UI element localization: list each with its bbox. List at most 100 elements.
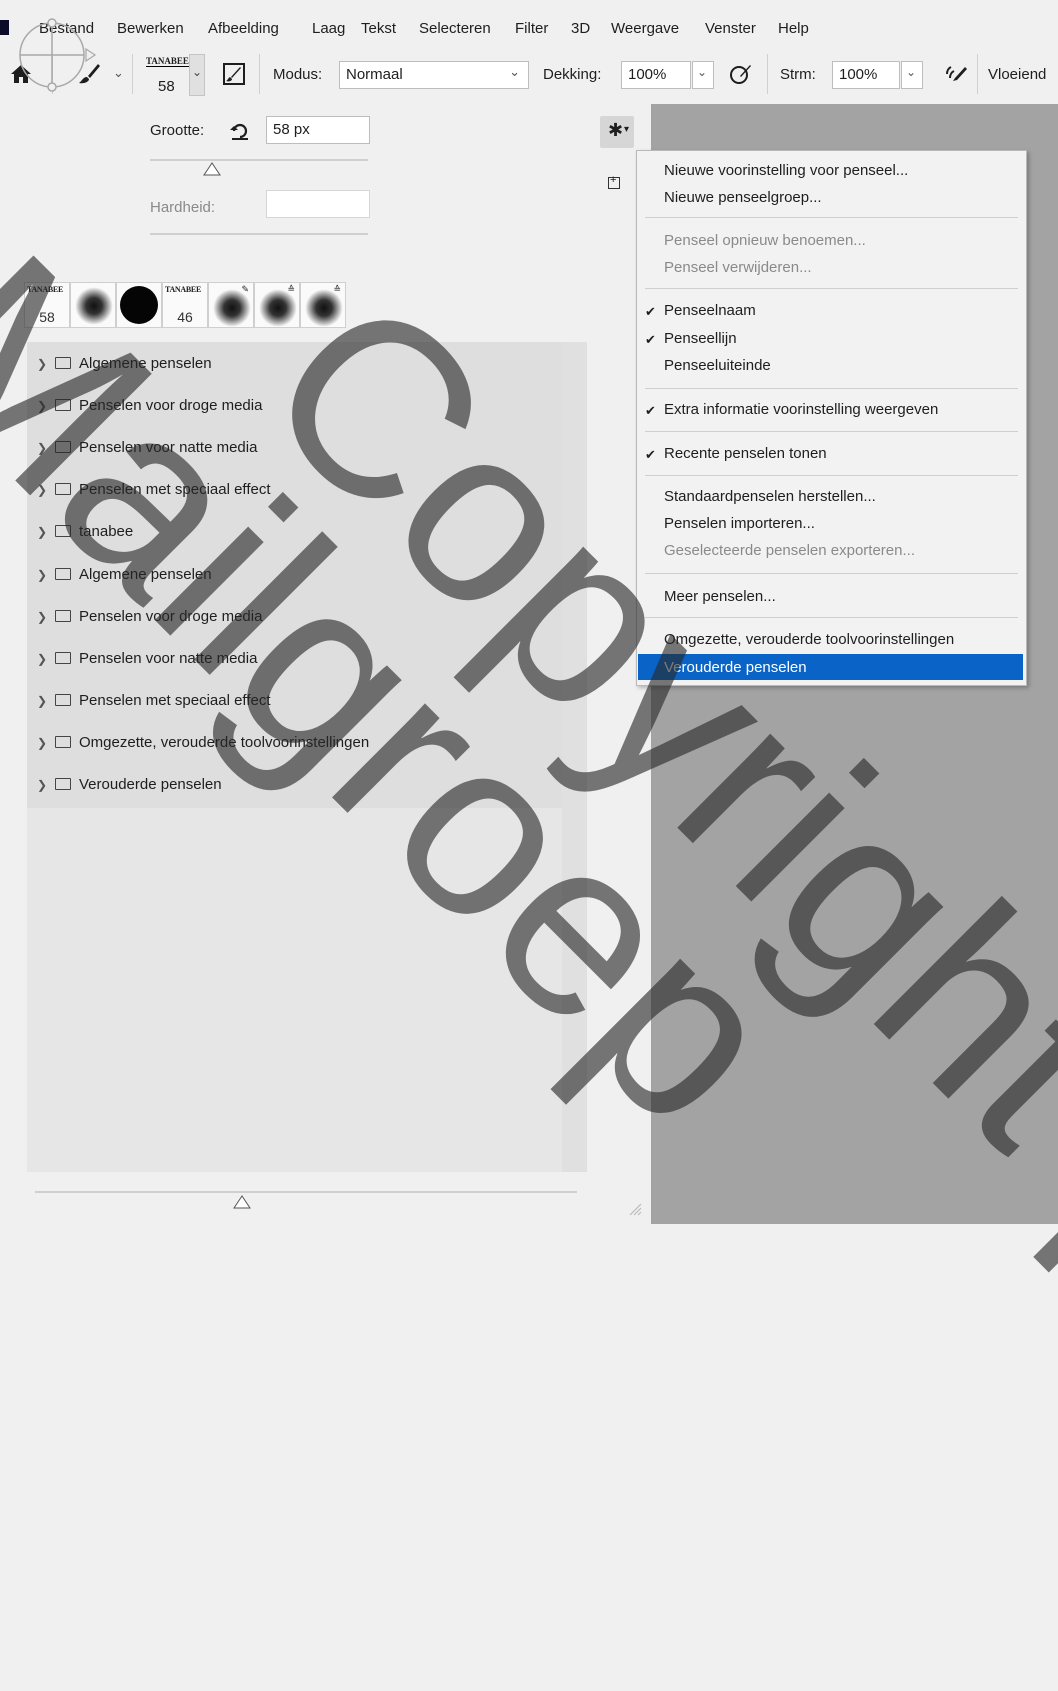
brush-group-row[interactable]: ❯ Penselen voor natte media xyxy=(37,650,257,672)
folder-icon xyxy=(55,525,71,537)
folder-icon xyxy=(55,441,71,453)
size-label: Grootte: xyxy=(150,122,205,139)
chevron-down-icon[interactable]: ⌄ xyxy=(113,65,124,81)
menu-divider xyxy=(645,388,1018,389)
folder-icon xyxy=(55,778,71,790)
brush-group-row[interactable]: ❯ Omgezette, verouderde toolvoorinstellin… xyxy=(37,734,369,756)
menu-item-restore-default[interactable]: Standaardpenselen herstellen... xyxy=(664,488,876,505)
menu-3d[interactable]: 3D xyxy=(571,20,590,37)
recent-brush-5[interactable]: ✎ xyxy=(208,282,254,328)
scrollbar-track[interactable] xyxy=(562,342,587,1172)
menu-divider xyxy=(645,288,1018,289)
menu-bar: Bestand Bewerken Afbeelding Laag Tekst S… xyxy=(0,0,1058,47)
opacity-dropdown[interactable]: ⌄ xyxy=(692,61,714,89)
folder-icon xyxy=(55,357,71,369)
brush-preset-picker[interactable]: TANABEE 58 xyxy=(140,54,189,100)
brush-group-row[interactable]: ❯ Penselen met speciaal effect xyxy=(37,692,271,714)
folder-icon xyxy=(55,652,71,664)
airbrush-icon[interactable] xyxy=(943,64,969,84)
flow-dropdown[interactable]: ⌄ xyxy=(901,61,923,89)
menu-item-extra-info[interactable]: Extra informatie voorinstelling weergeve… xyxy=(664,401,938,418)
size-slider-thumb[interactable] xyxy=(203,162,221,176)
brush-group-label: Penselen voor natte media xyxy=(79,439,258,456)
menu-item-converted-legacy-tool-presets[interactable]: Omgezette, verouderde toolvoorinstelling… xyxy=(664,631,954,648)
flow-field[interactable]: 100% xyxy=(832,61,900,89)
recent-brush-3[interactable] xyxy=(116,282,162,328)
size-slider[interactable] xyxy=(150,159,368,161)
reset-icon[interactable] xyxy=(230,122,250,140)
menu-item-show-recent[interactable]: Recente penselen tonen xyxy=(664,445,827,462)
brush-group-row[interactable]: ❯ Verouderde penselen xyxy=(37,776,222,798)
chevron-right-icon: ❯ xyxy=(37,568,48,582)
menu-afbeelding[interactable]: Afbeelding xyxy=(208,20,279,37)
plus-icon[interactable]: + xyxy=(608,174,620,189)
chevron-down-icon: ⌄ xyxy=(509,64,520,79)
brush-group-row[interactable]: ❯ Algemene penselen xyxy=(37,566,212,588)
panel-menu-button[interactable]: ✱ ▾ xyxy=(600,116,634,148)
menu-tekst[interactable]: Tekst xyxy=(361,20,396,37)
opacity-field[interactable]: 100% xyxy=(621,61,691,89)
recent-brush-6[interactable]: ≙ xyxy=(254,282,300,328)
opacity-value: 100% xyxy=(628,66,667,83)
brush-preset-dropdown[interactable]: ⌄ xyxy=(189,54,205,96)
brush-group-row[interactable]: ❯ Penselen voor droge media xyxy=(37,397,262,419)
menu-laag[interactable]: Laag xyxy=(312,20,345,37)
gear-icon: ✱ xyxy=(608,120,624,140)
menu-venster[interactable]: Venster xyxy=(705,20,756,37)
checkmark-icon: ✔ xyxy=(645,403,656,418)
menu-bewerken[interactable]: Bewerken xyxy=(117,20,184,37)
chevron-down-icon: ⌄ xyxy=(697,65,708,79)
menu-item-import-brushes[interactable]: Penselen importeren... xyxy=(664,515,815,532)
recent-brush-7[interactable]: ≙ xyxy=(300,282,346,328)
pressure-icon[interactable] xyxy=(729,63,753,85)
hardness-label: Hardheid: xyxy=(150,199,216,216)
chevron-right-icon: ❯ xyxy=(37,399,48,413)
brush-group-row[interactable]: ❯ Penselen voor droge media xyxy=(37,608,262,630)
chevron-right-icon: ❯ xyxy=(37,652,48,666)
mode-label: Modus: xyxy=(273,66,323,83)
chevron-right-icon: ❯ xyxy=(37,483,48,497)
thumbnail-size-slider[interactable] xyxy=(35,1191,577,1193)
recent-brush-2[interactable] xyxy=(70,282,116,328)
menu-item-delete-brush: Penseel verwijderen... xyxy=(664,259,812,276)
recent-brush-1[interactable]: TANABEE 58 xyxy=(24,282,70,328)
menu-item-brush-tip[interactable]: Penseeluiteinde xyxy=(664,357,771,374)
resize-grip-icon[interactable] xyxy=(626,1200,642,1216)
brush-group-row[interactable]: ❯ Penselen voor natte media xyxy=(37,439,257,461)
chevron-right-icon: ❯ xyxy=(37,694,48,708)
folder-icon xyxy=(55,483,71,495)
thumbnail-size-slider-thumb[interactable] xyxy=(233,1195,251,1209)
mode-select[interactable]: Normaal ⌄ xyxy=(339,61,529,89)
brush-group-label: tanabee xyxy=(79,523,134,540)
menu-weergave[interactable]: Weergave xyxy=(611,20,679,37)
chevron-right-icon: ❯ xyxy=(37,441,48,455)
flow-value: 100% xyxy=(839,66,878,83)
menu-item-new-brush-group[interactable]: Nieuwe penseelgroep... xyxy=(664,189,822,206)
brush-group-label: Penselen voor droge media xyxy=(79,608,263,625)
menu-item-new-brush-preset[interactable]: Nieuwe voorinstelling voor penseel... xyxy=(664,162,908,179)
hardness-slider xyxy=(150,233,368,235)
menu-item-legacy-brushes[interactable]: Verouderde penselen xyxy=(664,659,807,676)
flow-label: Strm: xyxy=(780,66,816,83)
brush-group-label: Penselen met speciaal effect xyxy=(79,692,271,709)
airbrush-small-icon: ≙ xyxy=(333,284,341,294)
folder-icon xyxy=(55,610,71,622)
size-field[interactable]: 58 px xyxy=(266,116,370,144)
chevron-right-icon: ❯ xyxy=(37,525,48,539)
brush-group-label: Verouderde penselen xyxy=(79,776,222,793)
menu-item-more-brushes[interactable]: Meer penselen... xyxy=(664,588,776,605)
brush-group-row[interactable]: ❯ tanabee xyxy=(37,523,133,545)
brush-group-label: Penselen met speciaal effect xyxy=(79,481,271,498)
menu-item-brush-name[interactable]: Penseelnaam xyxy=(664,302,756,319)
brush-group-row[interactable]: ❯ Algemene penselen xyxy=(37,355,212,377)
recent-brush-size: 46 xyxy=(177,309,193,325)
menu-filter[interactable]: Filter xyxy=(515,20,548,37)
menu-item-brush-stroke[interactable]: Penseellijn xyxy=(664,330,737,347)
brush-group-row[interactable]: ❯ Penselen met speciaal effect xyxy=(37,481,271,503)
recent-brush-4[interactable]: TANABEE 46 xyxy=(162,282,208,328)
brush-preset-tag: TANABEE xyxy=(146,56,189,67)
brush-panel-icon[interactable] xyxy=(222,62,246,86)
menu-help[interactable]: Help xyxy=(778,20,809,37)
menu-selecteren[interactable]: Selecteren xyxy=(419,20,491,37)
menu-item-rename-brush: Penseel opnieuw benoemen... xyxy=(664,232,866,249)
